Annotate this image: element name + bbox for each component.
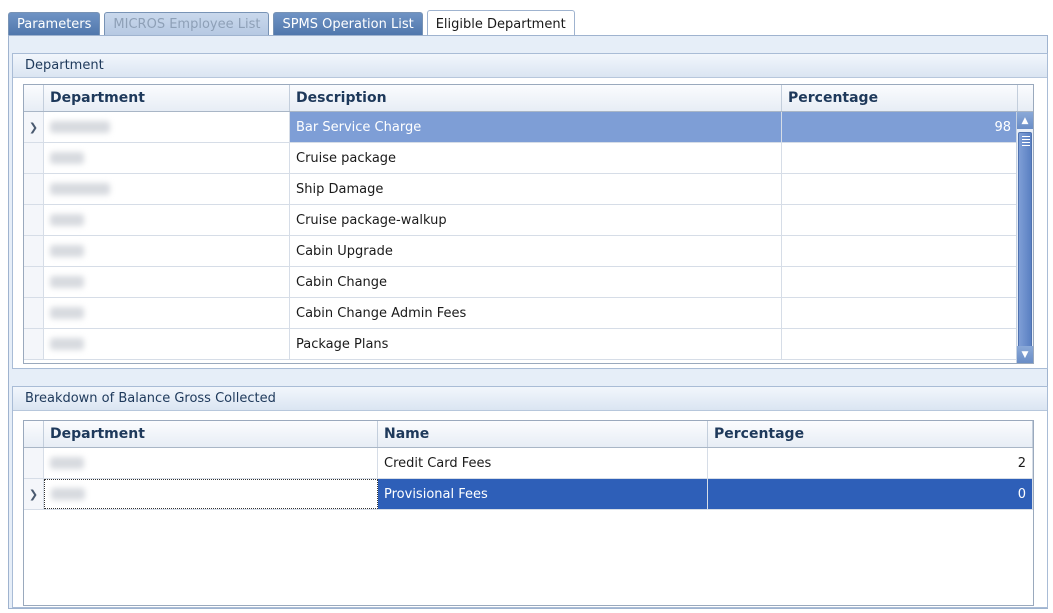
table-row[interactable]: Cruise package-walkup [24, 205, 1033, 236]
row-indicator-header [24, 421, 44, 447]
table-row[interactable]: Cabin Change [24, 267, 1033, 298]
table-row[interactable]: Cruise package [24, 143, 1033, 174]
grid-header: Department Name Percentage [24, 421, 1033, 448]
percentage-cell[interactable] [782, 236, 1018, 266]
table-row[interactable]: Ship Damage [24, 174, 1033, 205]
row-indicator [24, 267, 44, 297]
tab-micros-employee-list: MICROS Employee List [104, 12, 270, 36]
row-indicator [24, 236, 44, 266]
name-cell[interactable]: Provisional Fees [378, 479, 708, 509]
department-cell[interactable] [44, 174, 290, 204]
table-row[interactable]: ❯ Provisional Fees 0 [24, 479, 1033, 510]
vertical-scrollbar[interactable]: ▲ ▼ [1016, 112, 1033, 363]
table-row[interactable]: Package Plans [24, 329, 1033, 360]
percentage-cell[interactable]: 0 [708, 479, 1033, 509]
breakdown-grid[interactable]: Department Name Percentage Credit Card F… [23, 420, 1034, 606]
description-cell[interactable]: Cabin Change Admin Fees [290, 298, 782, 328]
description-cell[interactable]: Package Plans [290, 329, 782, 359]
column-header-percentage[interactable]: Percentage [708, 421, 1033, 447]
department-grid[interactable]: Department Description Percentage ❯ Bar … [23, 84, 1034, 364]
breakdown-group: Breakdown of Balance Gross Collected Dep… [12, 386, 1048, 608]
column-header-description[interactable]: Description [290, 85, 782, 111]
row-indicator [24, 298, 44, 328]
department-cell[interactable] [44, 448, 378, 478]
breakdown-group-title: Breakdown of Balance Gross Collected [13, 387, 1047, 411]
row-indicator [24, 329, 44, 359]
description-cell[interactable]: Ship Damage [290, 174, 782, 204]
description-cell[interactable]: Cruise package [290, 143, 782, 173]
table-row[interactable]: Cabin Change Admin Fees [24, 298, 1033, 329]
department-cell[interactable] [44, 236, 290, 266]
percentage-cell[interactable] [782, 267, 1018, 297]
column-header-department[interactable]: Department [44, 421, 378, 447]
description-cell[interactable]: Cabin Upgrade [290, 236, 782, 266]
row-indicator [24, 448, 44, 478]
chevron-right-icon: ❯ [24, 112, 44, 142]
row-indicator-header [24, 85, 44, 111]
column-header-department[interactable]: Department [44, 85, 290, 111]
table-row[interactable]: Credit Card Fees 2 [24, 448, 1033, 479]
name-cell[interactable]: Credit Card Fees [378, 448, 708, 478]
tab-parameters[interactable]: Parameters [8, 12, 101, 36]
grid-header: Department Description Percentage [24, 85, 1033, 112]
department-cell[interactable] [44, 479, 378, 509]
arrow-down-icon[interactable]: ▼ [1017, 346, 1033, 363]
percentage-cell[interactable] [782, 143, 1018, 173]
department-cell[interactable] [44, 112, 290, 142]
department-cell[interactable] [44, 298, 290, 328]
department-group: Department Department Description Percen… [12, 53, 1048, 369]
department-cell[interactable] [44, 143, 290, 173]
tab-strip: Parameters MICROS Employee List SPMS Ope… [8, 10, 579, 37]
column-header-percentage[interactable]: Percentage [782, 85, 1018, 111]
scrollbar-thumb[interactable] [1018, 132, 1032, 354]
percentage-cell[interactable] [782, 329, 1018, 359]
grip-icon [1022, 136, 1030, 146]
tab-eligible-department[interactable]: Eligible Department [426, 10, 575, 37]
table-row[interactable]: Cabin Upgrade [24, 236, 1033, 267]
percentage-cell[interactable] [782, 298, 1018, 328]
department-cell[interactable] [44, 267, 290, 297]
description-cell[interactable]: Cruise package-walkup [290, 205, 782, 235]
description-cell[interactable]: Bar Service Charge [290, 112, 782, 142]
description-cell[interactable]: Cabin Change [290, 267, 782, 297]
tab-spms-operation-list[interactable]: SPMS Operation List [273, 12, 423, 36]
department-cell[interactable] [44, 205, 290, 235]
chevron-right-icon: ❯ [24, 479, 44, 509]
percentage-cell[interactable] [782, 174, 1018, 204]
row-indicator [24, 174, 44, 204]
percentage-cell[interactable] [782, 205, 1018, 235]
column-header-name[interactable]: Name [378, 421, 708, 447]
percentage-cell[interactable]: 98 [782, 112, 1018, 142]
arrow-up-icon[interactable]: ▲ [1017, 112, 1033, 129]
department-cell[interactable] [44, 329, 290, 359]
department-group-title: Department [13, 54, 1047, 78]
row-indicator [24, 205, 44, 235]
percentage-cell[interactable]: 2 [708, 448, 1033, 478]
row-indicator [24, 143, 44, 173]
table-row[interactable]: ❯ Bar Service Charge 98 [24, 112, 1033, 143]
